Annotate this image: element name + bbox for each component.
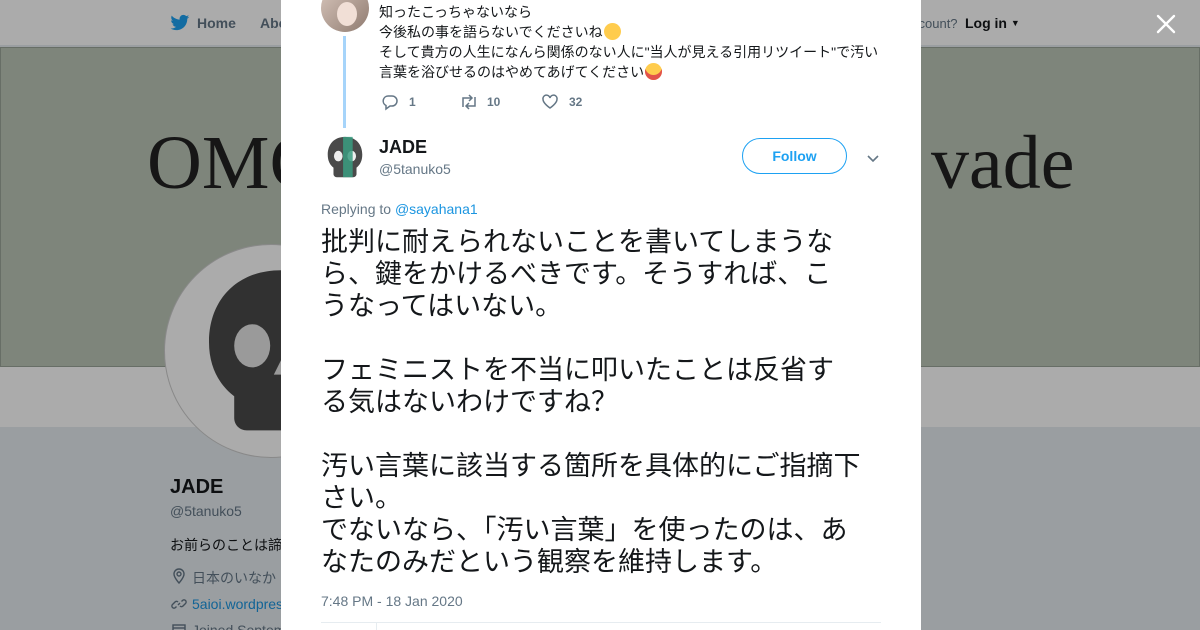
- parent-tweet-line: 知ったこっちゃないなら: [379, 4, 533, 20]
- parent-tweet-line-with-emoji: 言葉を浴びせるのはやめてあげてください: [379, 62, 889, 82]
- tweet-author-avatar[interactable]: [321, 134, 369, 182]
- retweet-icon: [462, 94, 476, 110]
- tweet-author-handle[interactable]: @5tanuko5: [379, 161, 451, 177]
- like-icon: [542, 94, 558, 109]
- replying-to-label: Replying to: [321, 201, 392, 217]
- tweet-timestamp[interactable]: 7:48 PM - 18 Jan 2020: [321, 593, 463, 609]
- parent-tweet-text: 知ったこっちゃないなら 今後私の事を語らないでくださいね そして貴方の人生になん…: [379, 2, 889, 82]
- tweet-text-line: [321, 419, 891, 451]
- reply-count: 1: [409, 95, 416, 109]
- stats-divider: [321, 622, 881, 623]
- parent-tweet-line: 言葉を浴びせるのはやめてあげてください: [379, 64, 645, 80]
- tweet-text-line: [321, 323, 891, 355]
- tweet-text-line: 批判に耐えられないことを書いてしまうな: [321, 227, 834, 258]
- chevron-down-icon[interactable]: [865, 150, 881, 166]
- tweet-text-line: フェミニストを不当に叩いたことは反省す: [321, 355, 834, 386]
- parent-tweet-line-with-emoji: 今後私の事を語らないでくださいね: [379, 22, 889, 42]
- winking-face-emoji-icon: [603, 23, 621, 40]
- close-icon[interactable]: [1152, 10, 1180, 38]
- tweet-text-line: ら、鍵をかけるべきです。そうすれば、こ: [321, 259, 832, 290]
- thread-connector-line: [343, 36, 346, 128]
- tweet-text-line: さい。: [321, 483, 402, 514]
- replying-to-link[interactable]: @sayahana1: [395, 201, 478, 217]
- tweet-text-line: 汚い言葉に該当する箇所を具体的にご指摘下: [321, 451, 861, 482]
- like-count: 32: [569, 95, 583, 109]
- parent-tweet-avatar[interactable]: [321, 0, 369, 32]
- reply-icon: [382, 95, 398, 111]
- tweet-permalink-modal: 知ったこっちゃないなら 今後私の事を語らないでくださいね そして貴方の人生になん…: [281, 0, 921, 630]
- follow-button[interactable]: Follow: [742, 138, 847, 174]
- tweet-text-line: うなってはいない。: [321, 291, 563, 322]
- parent-tweet-line: そして貴方の人生になんら関係のない人に"当人が見える引用リツイート"で汚い: [379, 44, 879, 60]
- savoring-face-emoji-icon: [645, 63, 663, 80]
- tweet-text-line: なたのみだという観察を維持します。: [321, 547, 778, 578]
- parent-tweet-line: 今後私の事を語らないでくださいね: [379, 24, 603, 40]
- stats-separator: [376, 622, 377, 630]
- tweet-author-name[interactable]: JADE: [379, 137, 427, 158]
- tweet-text: 批判に耐えられないことを書いてしまうな ら、鍵をかけるべきです。そうすれば、こ …: [321, 227, 891, 579]
- replying-to: Replying to @sayahana1: [321, 201, 478, 217]
- retweet-count: 10: [487, 95, 501, 109]
- tweet-text-line: でないなら、「汚い言葉」を使ったのは、あ: [321, 515, 848, 546]
- tweet-text-line: る気はないわけですね？: [321, 387, 618, 418]
- avatar-face: [337, 2, 357, 26]
- skull-icon: [327, 136, 363, 178]
